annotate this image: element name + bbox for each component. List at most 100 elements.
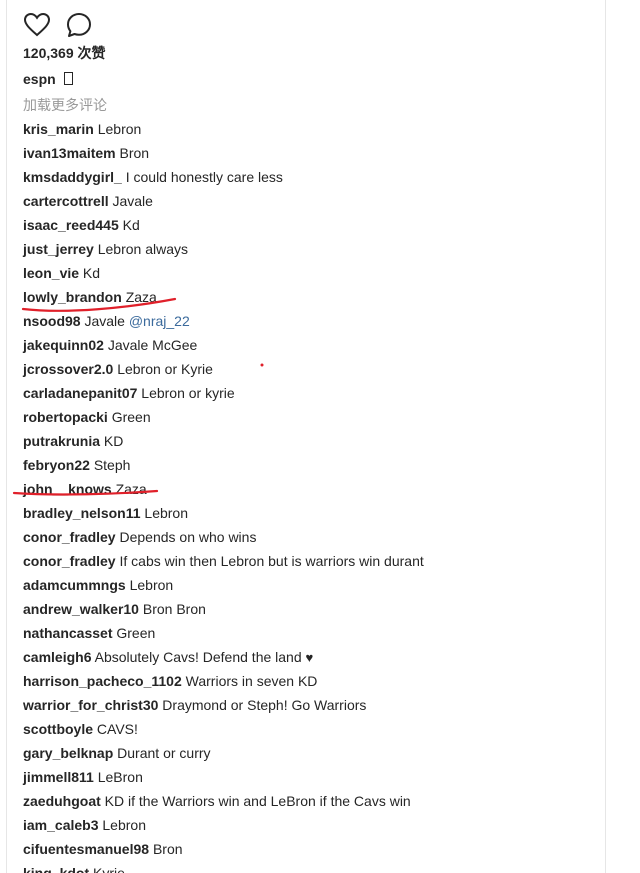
comment-text: LeBron <box>97 769 143 785</box>
comment-text: KD if the Warriors win and LeBron if the… <box>104 793 411 809</box>
comment-username[interactable]: leon_vie <box>23 265 79 281</box>
comment-text: CAVS! <box>96 721 138 737</box>
comment-row: lowly_brandon Zaza <box>23 288 424 312</box>
comment-username[interactable]: just_jerrey <box>23 241 94 257</box>
comment-username[interactable]: cartercottrell <box>23 193 109 209</box>
comment-text: KD <box>103 433 124 449</box>
comment-text: I could honestly care less <box>125 169 283 185</box>
comment-row: cifuentesmanuel98 Bron <box>23 840 424 864</box>
comment-row: robertopacki Green <box>23 408 424 432</box>
comment-text: Durant or curry <box>117 745 211 761</box>
load-more-comments-link[interactable]: 加载更多评论 <box>23 96 107 114</box>
comment-row: nathancasset Green <box>23 624 424 648</box>
comment-username[interactable]: conor_fradley <box>23 529 116 545</box>
comment-row: jcrossover2.0 Lebron or Kyrie <box>23 360 424 384</box>
comment-row: nsood98 Javale @nraj_22 <box>23 312 424 336</box>
comment-username[interactable]: adamcummngs <box>23 577 126 593</box>
comment-username[interactable]: andrew_walker10 <box>23 601 139 617</box>
comment-row: conor_fradley If cabs win then Lebron bu… <box>23 552 424 576</box>
comment-text: Bron Bron <box>142 601 206 617</box>
comment-text: Lebron <box>129 577 174 593</box>
comment-username[interactable]: iam_caleb3 <box>23 817 99 833</box>
comment-username[interactable]: isaac_reed445 <box>23 217 119 233</box>
comment-username[interactable]: jakequinn02 <box>23 337 104 353</box>
comment-text: Green <box>116 625 156 641</box>
comment-username[interactable]: putrakrunia <box>23 433 100 449</box>
comment-row: leon_vie Kd <box>23 264 424 288</box>
comment-text: Javale <box>84 313 129 329</box>
comment-text: Bron <box>119 145 150 161</box>
comment-row: conor_fradley Depends on who wins <box>23 528 424 552</box>
action-bar <box>23 10 93 40</box>
comment-username[interactable]: scottboyle <box>23 721 93 737</box>
comment-row: john__knows Zaza <box>23 480 424 504</box>
comment-row: kris_marin Lebron <box>23 120 424 144</box>
comment-username[interactable]: harrison_pacheco_1102 <box>23 673 182 689</box>
comment-text: Steph <box>93 457 131 473</box>
comment-username[interactable]: ivan13maitem <box>23 145 116 161</box>
black-heart-emoji-icon: ♥ <box>305 650 314 665</box>
comment-username[interactable]: bradley_nelson11 <box>23 505 141 521</box>
comment-text: Absolutely Cavs! Defend the land <box>94 649 306 665</box>
comment-row: jakequinn02 Javale McGee <box>23 336 424 360</box>
comment-username[interactable]: jimmell811 <box>23 769 94 785</box>
comment-username[interactable]: febryon22 <box>23 457 90 473</box>
comment-username[interactable]: king_kdot <box>23 865 89 873</box>
comment-text: Lebron or kyrie <box>141 385 235 401</box>
comment-username[interactable]: nsood98 <box>23 313 81 329</box>
comment-row: putrakrunia KD <box>23 432 424 456</box>
comment-row: gary_belknap Durant or curry <box>23 744 424 768</box>
comment-username[interactable]: kris_marin <box>23 121 94 137</box>
missing-glyph-icon <box>63 72 73 85</box>
comment-row: adamcummngs Lebron <box>23 576 424 600</box>
comment-username[interactable]: camleigh6 <box>23 649 91 665</box>
comment-row: febryon22 Steph <box>23 456 424 480</box>
comment-text: Zaza <box>125 289 157 305</box>
comment-username[interactable]: conor_fradley <box>23 553 116 569</box>
comment-icon[interactable] <box>65 11 93 39</box>
comment-username[interactable]: zaeduhgoat <box>23 793 101 809</box>
comment-text: Draymond or Steph! Go Warriors <box>162 697 367 713</box>
like-count[interactable]: 120,369 次赞 <box>23 44 106 62</box>
comment-username[interactable]: warrior_for_christ30 <box>23 697 158 713</box>
comment-text: Javale <box>112 193 153 209</box>
comment-row: just_jerrey Lebron always <box>23 240 424 264</box>
comment-username[interactable]: robertopacki <box>23 409 108 425</box>
comment-text: Kd <box>122 217 140 233</box>
comment-mention-link[interactable]: @nraj_22 <box>129 313 190 329</box>
comment-row: andrew_walker10 Bron Bron <box>23 600 424 624</box>
comment-row: kmsdaddygirl_ I could honestly care less <box>23 168 424 192</box>
comment-row: cartercottrell Javale <box>23 192 424 216</box>
comment-row: iam_caleb3 Lebron <box>23 816 424 840</box>
comment-username[interactable]: gary_belknap <box>23 745 113 761</box>
comment-list: kris_marin Lebron ivan13maitem Bron kmsdad… <box>23 120 424 873</box>
comment-text: Kyrie <box>93 865 125 873</box>
caption-username[interactable]: espn <box>23 71 56 87</box>
comment-text: Green <box>111 409 151 425</box>
comment-row: harrison_pacheco_1102 Warriors in seven … <box>23 672 424 696</box>
comment-username[interactable]: carladanepanit07 <box>23 385 137 401</box>
comment-username[interactable]: cifuentesmanuel98 <box>23 841 149 857</box>
post-panel: 120,369 次赞 espn 加载更多评论 kris_marin Lebron… <box>6 0 606 873</box>
comment-row: king_kdot Kyrie <box>23 864 424 873</box>
comment-row: jimmell811 LeBron <box>23 768 424 792</box>
comment-text: Depends on who wins <box>119 529 257 545</box>
comment-username[interactable]: jcrossover2.0 <box>23 361 113 377</box>
comment-username[interactable]: kmsdaddygirl_ <box>23 169 122 185</box>
comment-username[interactable]: lowly_brandon <box>23 289 122 305</box>
caption: espn <box>23 70 73 88</box>
comment-row: ivan13maitem Bron <box>23 144 424 168</box>
comment-text: Warriors in seven KD <box>185 673 318 689</box>
comment-text: Lebron or Kyrie <box>117 361 213 377</box>
comment-row: bradley_nelson11 Lebron <box>23 504 424 528</box>
comment-username[interactable]: john__knows <box>23 481 112 497</box>
comment-row: warrior_for_christ30 Draymond or Steph! … <box>23 696 424 720</box>
comment-username[interactable]: nathancasset <box>23 625 112 641</box>
heart-icon[interactable] <box>23 11 51 39</box>
comment-text: Lebron <box>102 817 146 833</box>
comment-text: Bron <box>152 841 183 857</box>
comment-text: Javale McGee <box>107 337 198 353</box>
comment-text: Lebron <box>97 121 142 137</box>
comment-row: zaeduhgoat KD if the Warriors win and Le… <box>23 792 424 816</box>
comment-text: Zaza <box>115 481 147 497</box>
